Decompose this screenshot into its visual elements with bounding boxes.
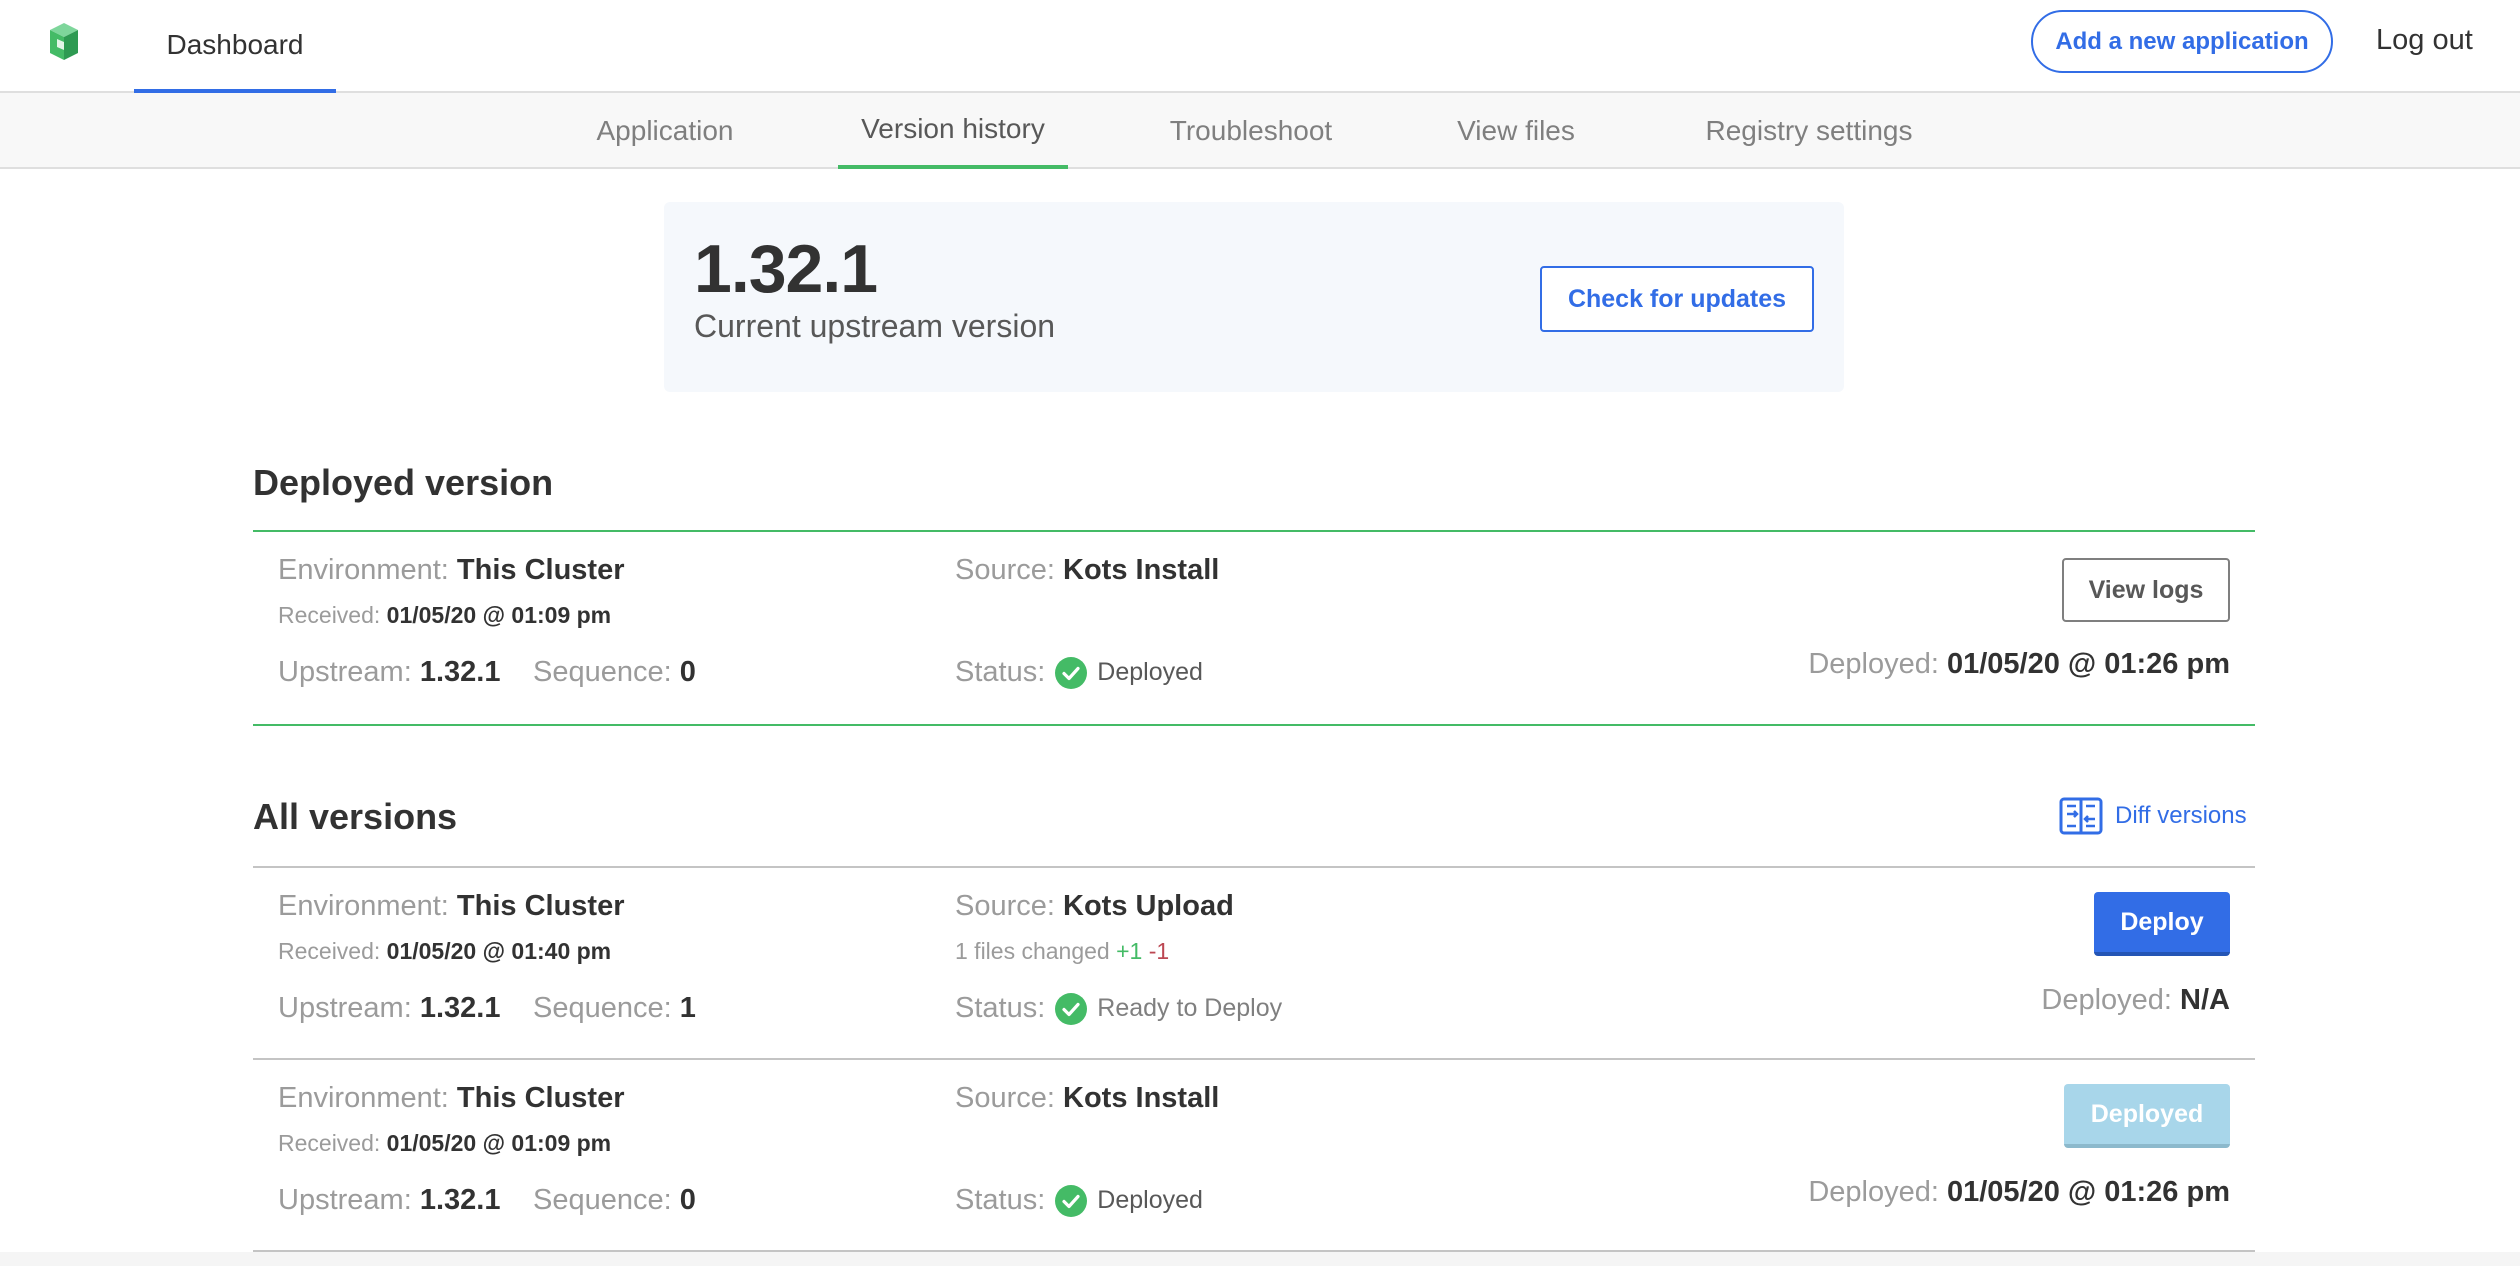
logout-link[interactable]: Log out [2376,24,2473,57]
environment-field: Environment: This Cluster [278,554,625,586]
tab-version-history[interactable]: Version history [838,93,1068,169]
upstream-field: Upstream: 1.32.1 [278,1184,501,1216]
deploy-button[interactable]: Deploy [2094,892,2230,956]
tab-view-files[interactable]: View files [1434,93,1598,169]
deployed-date-field: Deployed: N/A [2041,984,2230,1016]
all-versions-title: All versions [253,796,458,837]
deployed-date-field: Deployed: 01/05/20 @ 01:26 pm [1808,1176,2230,1208]
tab-troubleshoot[interactable]: Troubleshoot [1148,93,1354,169]
source-field: Source: Kots Upload [955,890,1234,922]
upstream-field: Upstream: 1.32.1 [278,656,501,688]
upstream-field: Upstream: 1.32.1 [278,992,501,1024]
check-circle-icon [1055,992,1088,1025]
upstream-version-card: 1.32.1 Current upstream version Check fo… [664,202,1844,392]
deployed-version-row: Environment: This Cluster Received: 01/0… [253,532,2255,722]
status-badge: Deployed [1097,1186,1203,1214]
received-field: Received: 01/05/20 @ 01:09 pm [278,602,612,628]
check-circle-icon [1055,656,1088,689]
page-footer-strip [0,1252,2520,1266]
files-changed-link[interactable]: 1 files changed +1 -1 [955,938,1169,965]
check-circle-icon [1055,1184,1088,1217]
status-field: Status: Ready to Deploy [955,992,1283,1025]
diff-icon [2059,797,2103,835]
diff-versions-button[interactable]: Diff versions [2059,797,2247,835]
tab-registry-settings[interactable]: Registry settings [1678,93,1940,169]
diff-versions-label: Diff versions [2115,802,2247,829]
status-field: Status: Deployed [955,656,1203,689]
source-field: Source: Kots Install [955,554,1220,586]
version-row: Environment: This Cluster Received: 01/0… [253,1060,2255,1250]
tab-application[interactable]: Application [572,93,758,169]
divider [253,724,2255,726]
environment-field: Environment: This Cluster [278,890,625,922]
app-subnav: Application Version history Troubleshoot… [0,93,2520,169]
source-field: Source: Kots Install [955,1082,1220,1114]
deployed-version-title: Deployed version [253,462,554,503]
deletions-count: -1 [1148,938,1170,964]
environment-field: Environment: This Cluster [278,1082,625,1114]
received-field: Received: 01/05/20 @ 01:09 pm [278,1130,612,1156]
additions-count: +1 [1116,938,1143,964]
kots-logo-icon[interactable] [42,20,86,64]
upstream-version-number: 1.32.1 [694,231,878,307]
status-badge: Deployed [1097,658,1203,686]
upstream-version-caption: Current upstream version [694,308,1056,344]
sequence-field: Sequence: 0 [533,656,696,688]
view-logs-button[interactable]: View logs [2062,558,2230,622]
status-field: Status: Deployed [955,1184,1203,1217]
version-row: Environment: This Cluster Received: 01/0… [253,868,2255,1058]
sequence-field: Sequence: 0 [533,1184,696,1216]
nav-dashboard[interactable]: Dashboard [134,0,336,93]
top-header: Dashboard Add a new application Log out [0,0,2520,93]
add-application-button[interactable]: Add a new application [2031,10,2333,73]
sequence-field: Sequence: 1 [533,992,696,1024]
check-for-updates-button[interactable]: Check for updates [1540,266,1814,332]
deployed-date-field: Deployed: 01/05/20 @ 01:26 pm [1808,648,2230,680]
status-badge: Ready to Deploy [1097,994,1283,1022]
received-field: Received: 01/05/20 @ 01:40 pm [278,938,612,964]
deployed-button-disabled: Deployed [2064,1084,2230,1148]
